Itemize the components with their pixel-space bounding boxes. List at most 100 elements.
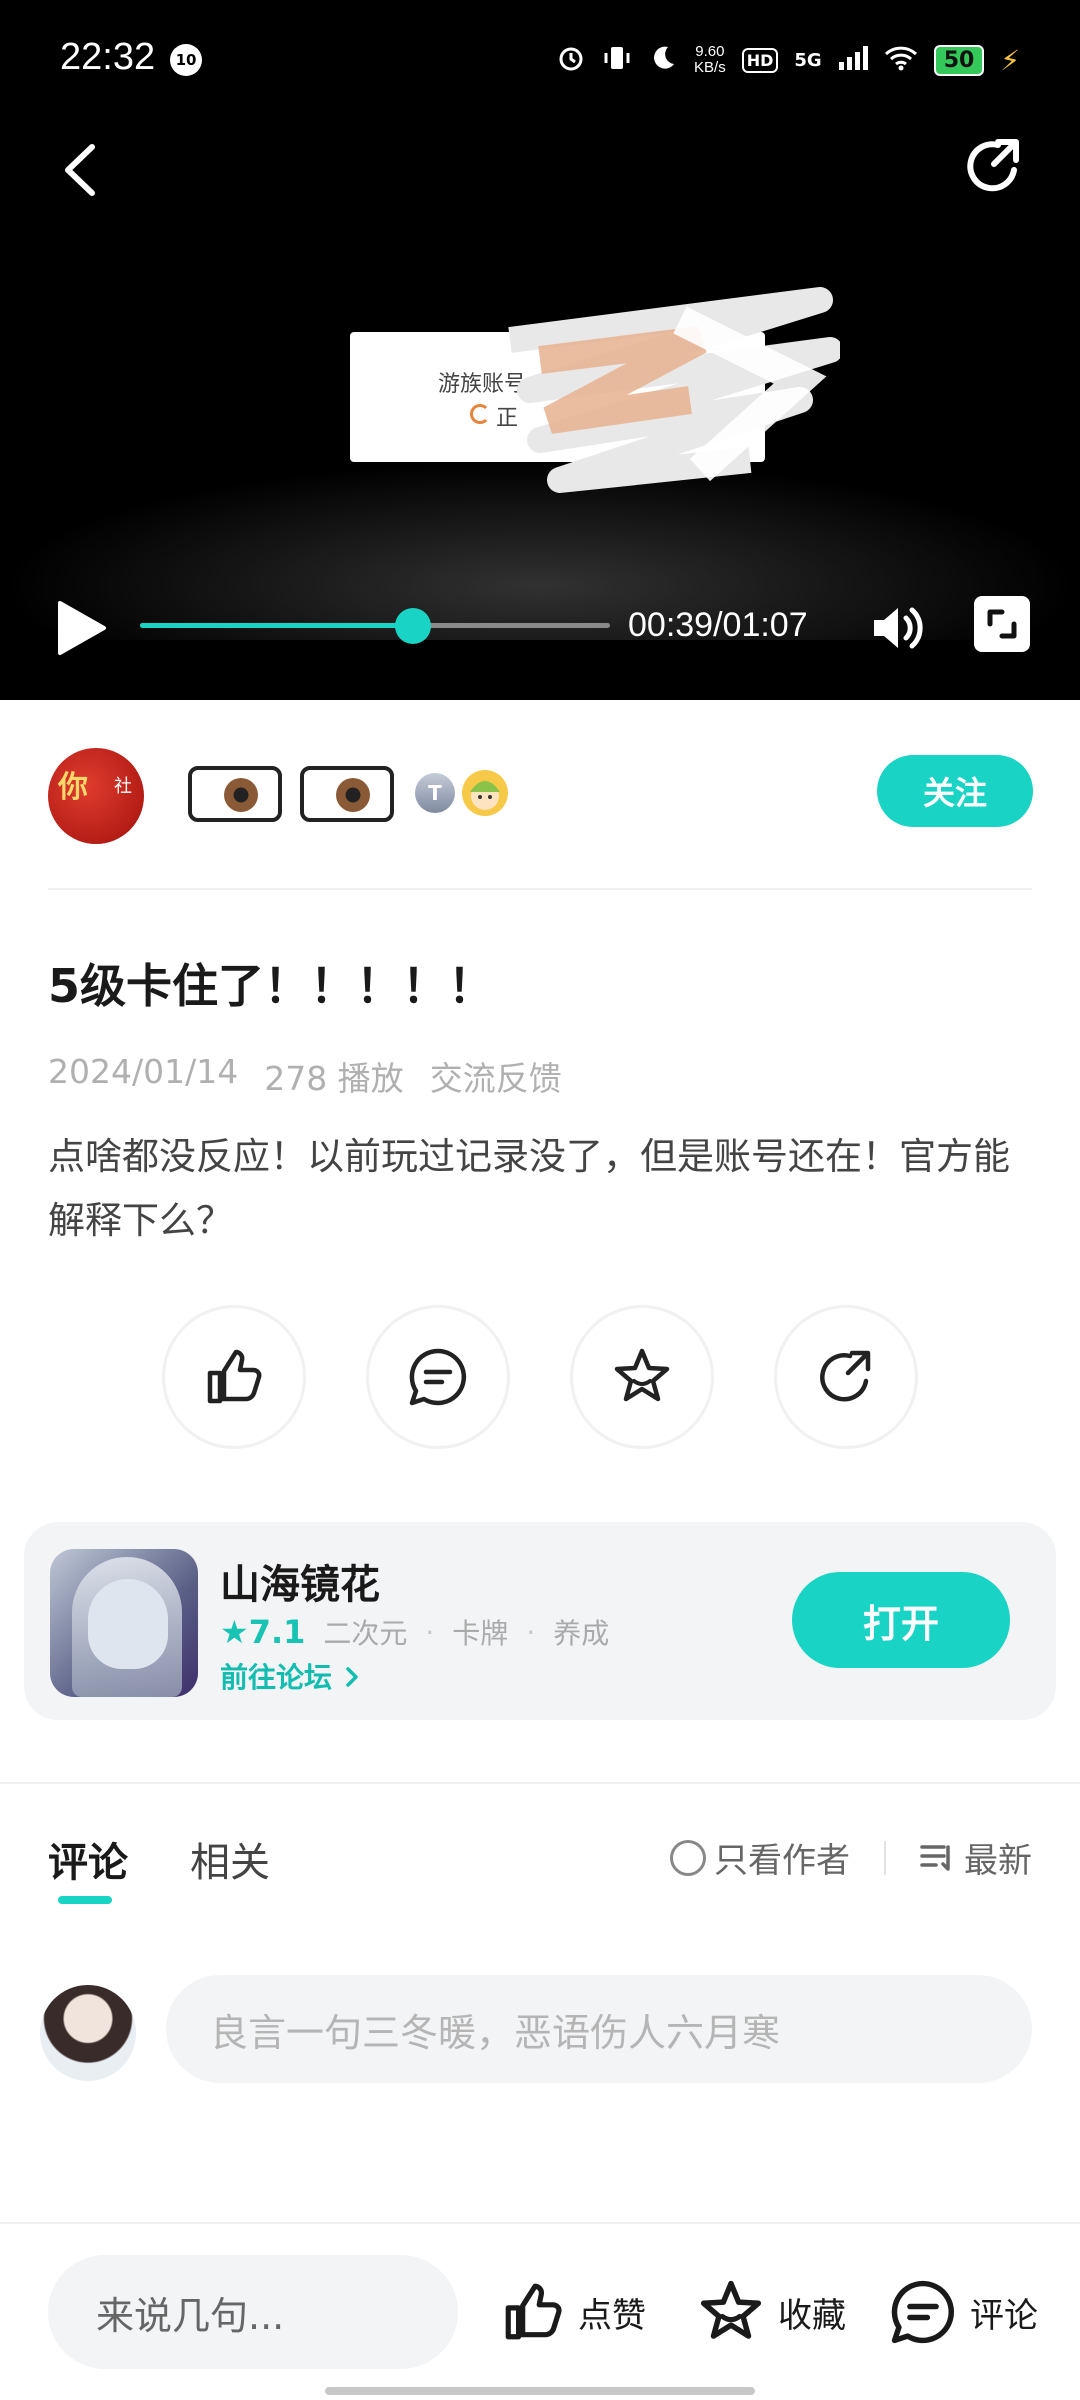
post-actions [162,1305,922,1449]
avatar-text: 你 [58,770,88,805]
separator-dot: · [425,1615,435,1649]
quick-comment-input[interactable]: 来说几句... [48,2255,458,2369]
tab-label: 相关 [190,1840,270,1886]
divider [884,1840,886,1875]
comment-filters: 只看作者 最新 [670,1833,1032,1882]
fullscreen-button[interactable] [974,596,1030,652]
thumbs-up-icon [207,1349,262,1404]
tab-comments[interactable]: 评论 [48,1830,128,1904]
active-tab-indicator [58,1896,112,1904]
volume-button[interactable] [870,600,930,656]
play-button[interactable] [54,598,110,658]
my-avatar[interactable] [40,1985,136,2081]
divider [0,1782,1080,1784]
post-title: 5级卡住了！！！！！ [48,959,495,1013]
only-author-radio[interactable] [670,1839,706,1876]
avatar-badge-icon [462,770,508,816]
play-icon [58,601,106,655]
eye-emoji-icon [300,766,394,822]
star-icon [614,1348,670,1402]
sort-icon[interactable] [920,1843,954,1873]
moon-icon [648,43,678,78]
post-plays: 278 播放 [264,1059,404,1098]
video-controls: 00:39/01:07 [0,590,1080,660]
level-badge-icon: T [415,773,455,813]
like-action-button[interactable] [162,1305,306,1449]
network-speed-unit: KB/s [694,59,726,76]
comment-tabs: 评论 相关 [48,1830,270,1904]
charging-icon: ⚡ [1000,43,1020,77]
post-category[interactable]: 交流反馈 [430,1052,562,1100]
fullscreen-icon [987,609,1017,639]
open-game-button[interactable]: 打开 [792,1572,1010,1668]
divider [48,888,1032,890]
game-tag: 二次元 [323,1617,408,1650]
network-speed: 9.60 KB/s [694,44,726,76]
thumbs-up-icon [505,2283,562,2340]
comment-label: 评论 [970,2295,1038,2336]
status-time: 22:32 [60,36,156,78]
follow-button[interactable]: 关注 [877,755,1033,827]
battery-indicator: 50 [933,44,985,76]
volume-icon [874,607,923,649]
tab-label: 评论 [48,1840,128,1886]
signal-icon [838,45,868,75]
progress-track[interactable] [140,608,610,644]
chevron-right-icon [346,1667,358,1687]
share-icon [820,1350,871,1402]
game-icon[interactable] [50,1549,198,1697]
notification-badge: 10 [170,44,202,76]
game-card[interactable]: 山海镜花 ★7.1 二次元 · 卡牌 · 养成 前往论坛 打开 [24,1522,1056,1720]
hd-icon: HD [741,47,779,73]
alarm-icon [556,43,586,78]
favorite-button[interactable]: 收藏 [696,2275,846,2349]
tab-related[interactable]: 相关 [190,1830,270,1888]
home-indicator[interactable] [325,2387,755,2395]
chevron-left-icon [65,144,95,196]
progress-fill [140,623,413,628]
forum-link[interactable]: 前往论坛 [220,1656,362,1696]
comment-icon [409,1348,467,1406]
separator-dot: · [526,1615,536,1649]
share-icon [967,139,1019,192]
back-button[interactable] [56,135,106,205]
comment-icon [891,2280,955,2344]
game-tag: 养成 [553,1617,610,1650]
author-nickname-eyes[interactable] [188,766,394,822]
status-icons: 9.60 KB/s HD 5G 50 ⚡ [556,40,1020,80]
network-type: 5G [794,49,822,71]
favorite-label: 收藏 [778,2295,846,2336]
star-icon [700,2280,762,2339]
forum-link-label: 前往论坛 [220,1661,333,1694]
eye-emoji-icon [188,766,282,822]
scribble-overlay [508,287,840,493]
wifi-icon [884,45,918,76]
comment-input[interactable]: 良言一句三冬暖，恶语伤人六月寒 [166,1975,1032,2083]
playback-time: 00:39/01:07 [628,606,808,644]
progress-thumb[interactable] [394,608,431,644]
like-button[interactable]: 点赞 [500,2275,646,2349]
loading-spinner-icon [470,404,490,424]
share-action-button[interactable] [774,1305,918,1449]
game-name: 山海镜花 [220,1562,380,1608]
divider [0,2222,1080,2224]
post-body: 点啥都没反应！以前玩过记录没了，但是账号还在！官方能解释下么？ [48,1135,1010,1242]
game-tag: 卡牌 [452,1617,509,1650]
favorite-action-button[interactable] [570,1305,714,1449]
author-row: 你 社 T 关注 [0,700,1080,890]
video-player[interactable]: 22:32 10 9.60 KB/s HD 5G 50 ⚡ 游族账号 正 00:… [0,0,1080,700]
comment-action-button[interactable] [366,1305,510,1449]
game-meta: ★7.1 二次元 · 卡牌 · 养成 [220,1612,609,1652]
avatar-text-2: 社 [114,776,132,797]
post-date: 2024/01/14 [48,1052,239,1091]
only-author-label[interactable]: 只看作者 [714,1833,850,1882]
like-label: 点赞 [578,2295,646,2336]
game-rating: ★7.1 [220,1613,306,1651]
sort-label[interactable]: 最新 [964,1833,1032,1882]
status-bar: 22:32 10 9.60 KB/s HD 5G 50 ⚡ [0,0,1080,120]
comment-button[interactable]: 评论 [888,2275,1038,2349]
network-speed-value: 9.60 [695,43,725,60]
post-meta: 2024/01/14 278 播放 交流反馈 [48,1052,562,1100]
share-button[interactable] [958,132,1028,202]
author-avatar[interactable]: 你 社 [48,748,144,844]
